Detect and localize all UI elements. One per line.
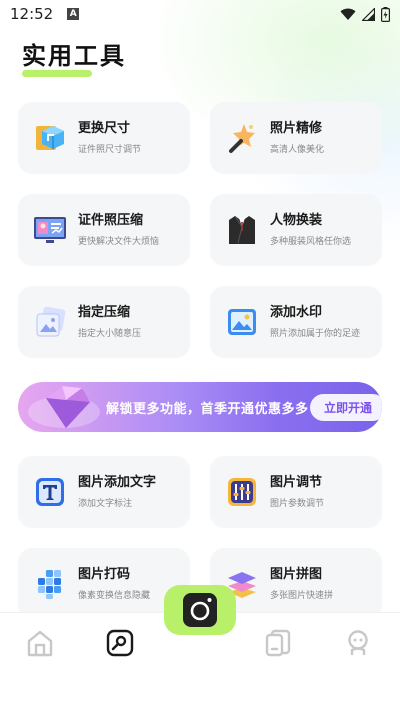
status-bar: 12:52 A xyxy=(0,0,400,28)
tool-subtitle: 像素变换信息隐藏 xyxy=(78,591,151,601)
gallery-icon xyxy=(265,629,291,657)
tool-title: 证件照压缩 xyxy=(78,213,144,228)
tool-title: 图片调节 xyxy=(270,475,323,490)
battery-icon xyxy=(381,6,390,22)
status-icons xyxy=(340,6,390,22)
notification-badge: A xyxy=(67,8,80,20)
tool-card-id-compress[interactable]: 证件照压缩 更快解决文件大烦恼 xyxy=(18,194,190,266)
vip-banner[interactable]: 解锁更多功能，首季开通优惠多多 立即开通 xyxy=(18,382,382,432)
tool-card-adjust[interactable]: 图片调节 图片参数调节 xyxy=(210,456,382,528)
id-photo-monitor-icon xyxy=(30,210,70,250)
sliders-icon xyxy=(222,472,262,512)
tool-subtitle: 更快解决文件大烦恼 xyxy=(78,237,160,247)
tool-title: 图片打码 xyxy=(78,567,131,582)
image-watermark-icon xyxy=(222,302,262,342)
tool-title: 人物换装 xyxy=(270,213,323,228)
tool-title: 指定压缩 xyxy=(78,305,131,320)
tool-title: 图片拼图 xyxy=(270,567,323,582)
magic-wand-icon xyxy=(222,118,262,158)
image-stack-icon xyxy=(30,302,70,342)
nav-gallery[interactable] xyxy=(262,627,294,659)
status-time: 12:52 xyxy=(10,5,54,23)
nav-home[interactable] xyxy=(24,627,56,659)
tool-card-watermark[interactable]: 添加水印 照片添加属于你的足迹 xyxy=(210,286,382,358)
wifi-icon xyxy=(340,8,356,20)
tool-card-resize[interactable]: 更换尺寸 证件照尺寸调节 xyxy=(18,102,190,174)
camera-button[interactable] xyxy=(164,585,236,635)
text-t-icon xyxy=(30,472,70,512)
title-underline xyxy=(22,70,92,77)
profile-icon xyxy=(348,630,368,655)
diamond-icon xyxy=(28,386,100,428)
tools-icon xyxy=(106,629,134,657)
home-icon xyxy=(27,630,53,657)
resize-cube-icon xyxy=(30,118,70,158)
signal-icon xyxy=(362,7,375,21)
page-title: 实用工具 xyxy=(22,42,126,70)
tool-subtitle: 照片添加属于你的足迹 xyxy=(270,329,361,339)
tool-card-retouch[interactable]: 照片精修 高清人像美化 xyxy=(210,102,382,174)
tool-title: 添加水印 xyxy=(270,305,323,320)
nav-profile[interactable] xyxy=(342,627,374,659)
nav-tools[interactable] xyxy=(104,627,136,659)
tool-subtitle: 图片参数调节 xyxy=(270,499,325,509)
tool-subtitle: 多张图片快速拼 xyxy=(270,591,334,601)
tool-title: 图片添加文字 xyxy=(78,475,157,490)
tool-subtitle: 高清人像美化 xyxy=(270,145,325,155)
subscribe-button[interactable]: 立即开通 xyxy=(310,394,382,421)
tool-title: 照片精修 xyxy=(270,121,323,136)
tool-subtitle: 证件照尺寸调节 xyxy=(78,145,142,155)
tool-title: 更换尺寸 xyxy=(78,121,131,136)
suit-icon xyxy=(222,210,262,250)
camera-icon xyxy=(183,593,217,627)
pixel-mosaic-icon xyxy=(30,564,70,604)
tool-card-add-text[interactable]: 图片添加文字 添加文字标注 xyxy=(18,456,190,528)
tool-subtitle: 多种服装风格任你选 xyxy=(270,237,352,247)
tool-subtitle: 添加文字标注 xyxy=(78,499,133,509)
banner-text: 解锁更多功能，首季开通优惠多多 xyxy=(106,402,309,417)
tool-card-outfit[interactable]: 人物换装 多种服装风格任你选 xyxy=(210,194,382,266)
tool-subtitle: 指定大小随意压 xyxy=(78,329,142,339)
tool-card-size-compress[interactable]: 指定压缩 指定大小随意压 xyxy=(18,286,190,358)
